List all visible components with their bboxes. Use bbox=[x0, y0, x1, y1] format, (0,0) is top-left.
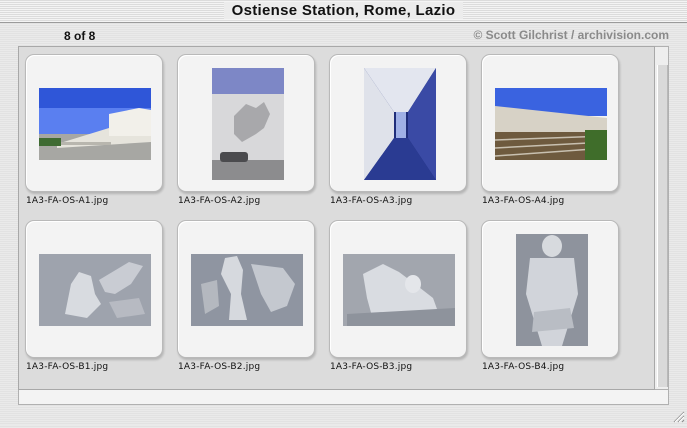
filename-label: 1A3-FA-OS-B1.jpg bbox=[26, 362, 109, 372]
resize-grip-icon[interactable] bbox=[671, 409, 685, 423]
copyright-notice: © Scott Gilchrist / archivision.com bbox=[473, 28, 669, 42]
thumbnail-A4[interactable] bbox=[481, 54, 619, 192]
thumbnail-B1[interactable] bbox=[25, 220, 163, 358]
scrollbar-thumb[interactable] bbox=[657, 65, 668, 387]
thumbnail-A3[interactable] bbox=[329, 54, 467, 192]
photo-station-exterior bbox=[39, 88, 151, 160]
filename-label: 1A3-FA-OS-A2.jpg bbox=[178, 196, 261, 206]
photo-facade-relief bbox=[212, 68, 284, 180]
filename-label: 1A3-FA-OS-B2.jpg bbox=[178, 362, 261, 372]
image-count: 8 of 8 bbox=[64, 29, 96, 43]
filename-label: 1A3-FA-OS-B4.jpg bbox=[482, 362, 565, 372]
filename-label: 1A3-FA-OS-A1.jpg bbox=[26, 196, 109, 206]
vertical-scrollbar[interactable] bbox=[655, 46, 669, 390]
title-bar[interactable]: Ostiense Station, Rome, Lazio bbox=[0, 0, 687, 23]
filename-label: 1A3-FA-OS-B3.jpg bbox=[330, 362, 413, 372]
thumbnail-B2[interactable] bbox=[177, 220, 315, 358]
photo-relief-horse bbox=[191, 254, 303, 326]
thumbnail-B4[interactable] bbox=[481, 220, 619, 358]
horizontal-scrollbar[interactable] bbox=[18, 390, 669, 405]
photo-relief-torso bbox=[516, 234, 588, 346]
window-title: Ostiense Station, Rome, Lazio bbox=[223, 2, 464, 19]
filename-label: 1A3-FA-OS-A4.jpg bbox=[482, 196, 565, 206]
photo-colonnade bbox=[364, 68, 436, 180]
thumbnail-A1[interactable] bbox=[25, 54, 163, 192]
thumbnail-B3[interactable] bbox=[329, 220, 467, 358]
thumbnail-A2[interactable] bbox=[177, 54, 315, 192]
photo-relief-archer bbox=[39, 254, 151, 326]
photo-tracks bbox=[495, 88, 607, 160]
photo-relief-figure bbox=[343, 254, 455, 326]
filename-label: 1A3-FA-OS-A3.jpg bbox=[330, 196, 413, 206]
